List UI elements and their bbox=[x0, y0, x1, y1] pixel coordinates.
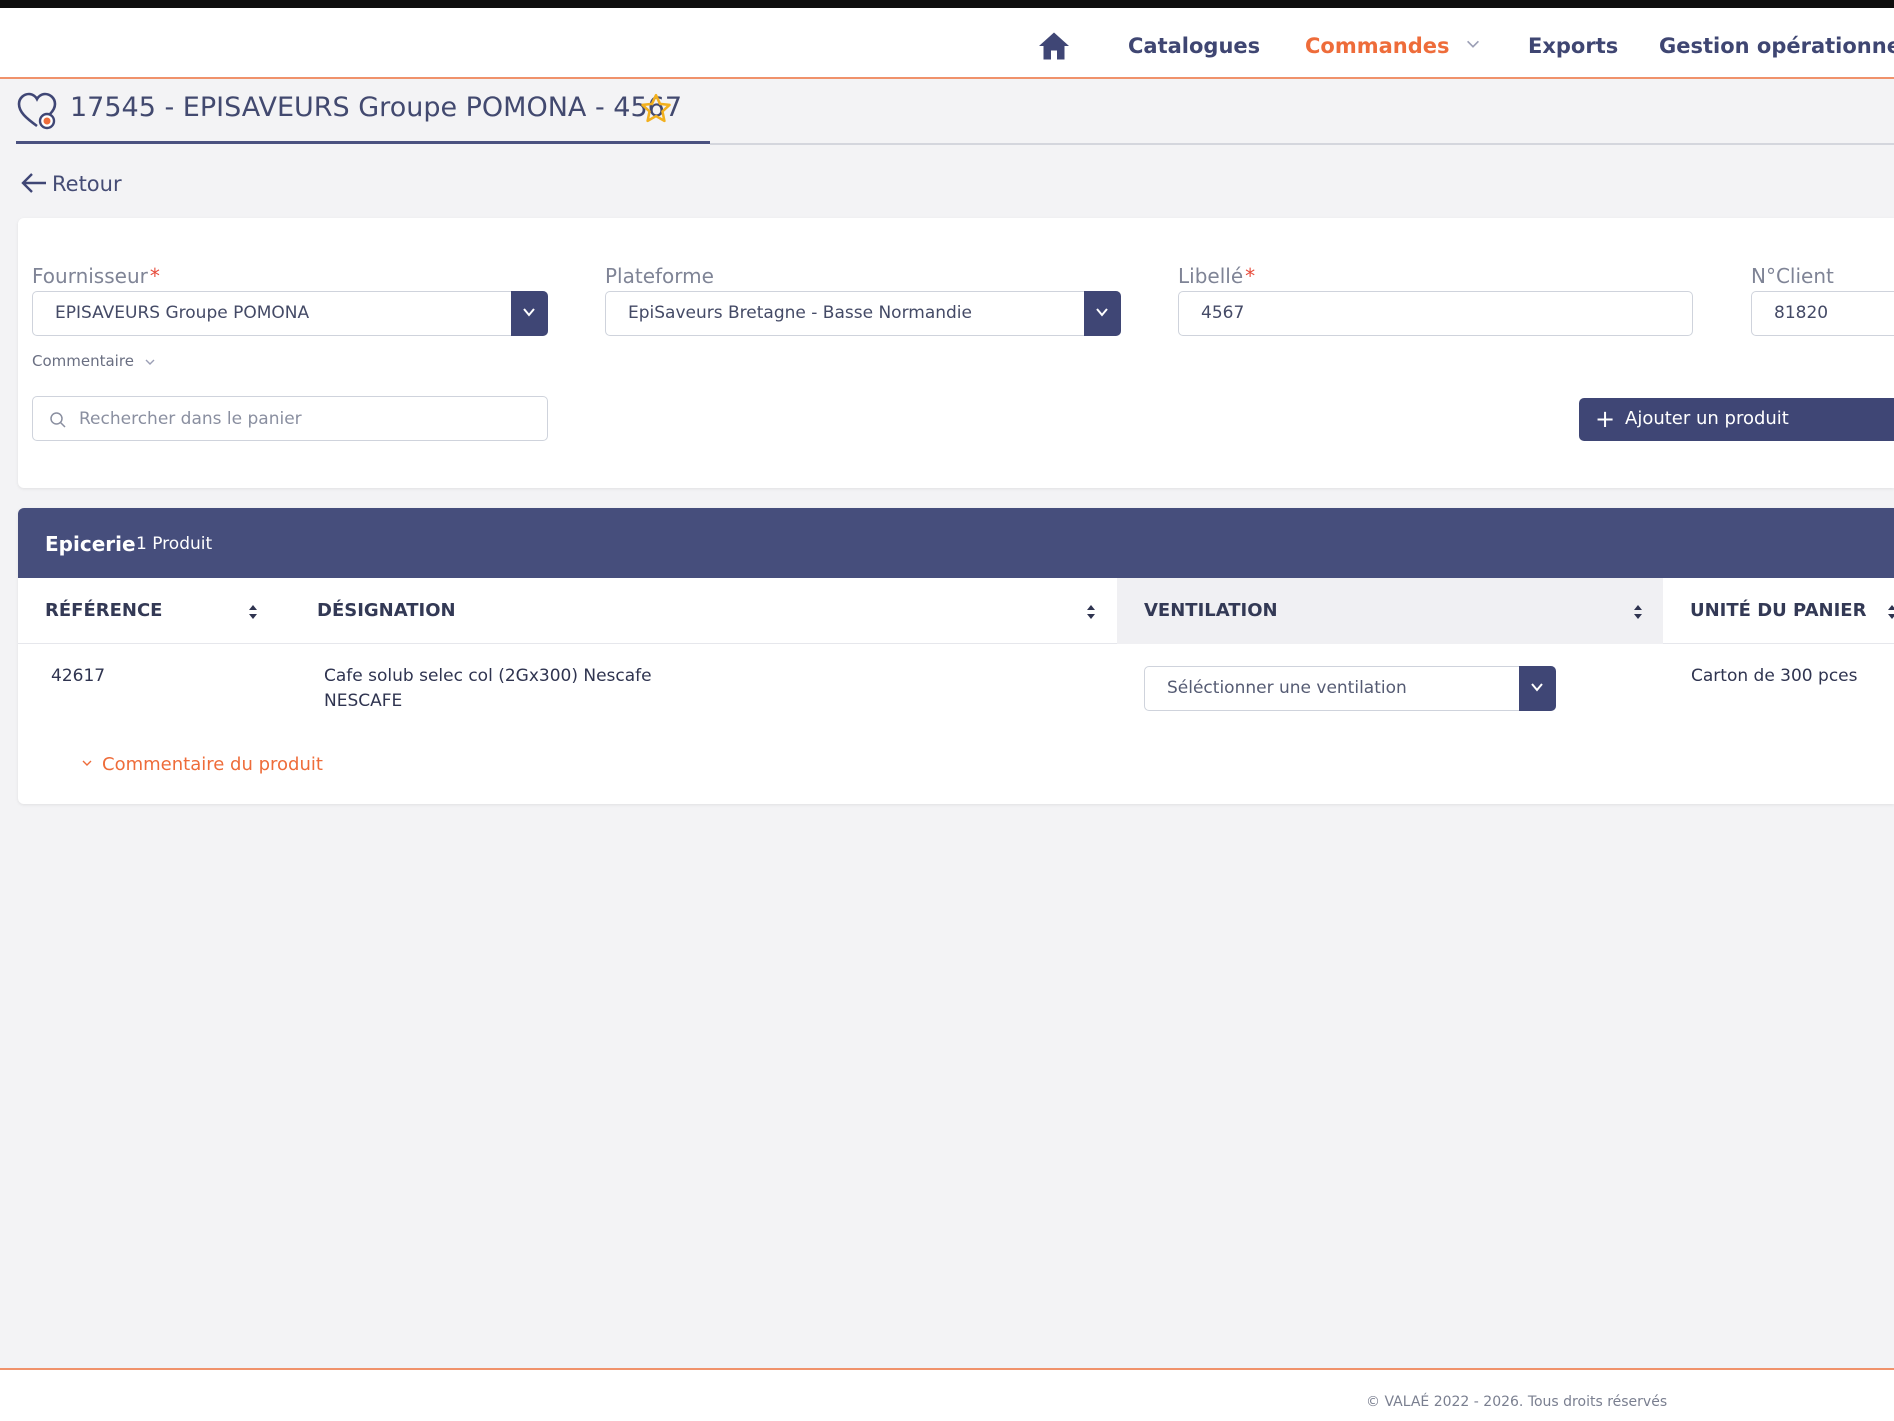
commentaire-label: Commentaire bbox=[32, 352, 134, 370]
back-link[interactable]: Retour bbox=[20, 168, 122, 200]
nav-commandes-label: Commandes bbox=[1305, 34, 1450, 58]
table-header: RÉFÉRENCE DÉSIGNATION VENTILATION UNITÉ … bbox=[18, 578, 1894, 644]
noclient-input[interactable]: 81820 bbox=[1751, 291, 1894, 336]
nav-exports[interactable]: Exports bbox=[1528, 28, 1618, 64]
title-divider bbox=[710, 143, 1894, 145]
group-count: 1 Produit bbox=[136, 534, 213, 554]
sort-icon bbox=[249, 605, 257, 619]
sort-icon bbox=[1634, 605, 1642, 619]
main-navbar: Catalogues Commandes Exports Gestion opé… bbox=[0, 8, 1894, 79]
plateforme-value: EpiSaveurs Bretagne - Basse Normandie bbox=[628, 303, 972, 323]
ventilation-dropdown-button[interactable] bbox=[1519, 666, 1556, 711]
cart-heart-icon bbox=[16, 90, 58, 132]
noclient-label: N°Client bbox=[1751, 264, 1834, 288]
column-designation-label: DÉSIGNATION bbox=[317, 600, 456, 621]
search-icon bbox=[50, 412, 66, 428]
plateforme-label: Plateforme bbox=[605, 264, 714, 288]
fournisseur-dropdown-button[interactable] bbox=[511, 291, 548, 336]
chevron-down-icon bbox=[523, 308, 535, 317]
chevron-down-icon bbox=[1466, 40, 1479, 48]
cart-search-input[interactable]: Rechercher dans le panier bbox=[32, 396, 548, 441]
chevron-down-icon bbox=[145, 359, 155, 365]
search-placeholder: Rechercher dans le panier bbox=[79, 409, 302, 429]
sort-icon bbox=[1087, 605, 1095, 619]
product-comment-label: Commentaire du produit bbox=[102, 754, 323, 775]
back-label: Retour bbox=[52, 172, 122, 196]
title-underline bbox=[16, 141, 710, 144]
column-unite-du-panier[interactable]: UNITÉ DU PANIER bbox=[1663, 578, 1894, 644]
libelle-value: 4567 bbox=[1201, 303, 1245, 323]
nav-catalogues[interactable]: Catalogues bbox=[1128, 28, 1260, 64]
plateforme-select[interactable]: EpiSaveurs Bretagne - Basse Normandie bbox=[605, 291, 1121, 336]
column-unite-label: UNITÉ DU PANIER bbox=[1690, 600, 1867, 621]
chevron-down-icon bbox=[1096, 308, 1108, 317]
ventilation-placeholder: Séléctionner une ventilation bbox=[1167, 678, 1407, 698]
noclient-value: 81820 bbox=[1774, 303, 1829, 323]
fournisseur-value: EPISAVEURS Groupe POMONA bbox=[55, 303, 310, 323]
page-title: 17545 - EPISAVEURS Groupe POMONA - 4567 bbox=[70, 92, 683, 123]
fournisseur-label-text: Fournisseur bbox=[32, 264, 148, 288]
fournisseur-label: Fournisseur * bbox=[32, 264, 160, 288]
product-comment-toggle[interactable]: Commentaire du produit bbox=[80, 754, 323, 775]
required-mark: * bbox=[1245, 264, 1256, 288]
chevron-down-icon bbox=[82, 760, 92, 766]
row-brand: NESCAFE bbox=[324, 691, 403, 711]
top-border bbox=[0, 0, 1894, 8]
libelle-label: Libellé * bbox=[1178, 264, 1255, 288]
row-unite: Carton de 300 pces bbox=[1691, 666, 1858, 686]
column-ventilation-label: VENTILATION bbox=[1144, 600, 1278, 621]
plus-icon: + bbox=[1595, 405, 1616, 433]
arrow-left-icon bbox=[21, 173, 46, 193]
home-icon[interactable] bbox=[1036, 28, 1072, 64]
group-header: Epicerie 1 Produit bbox=[18, 508, 1894, 578]
add-product-label: Ajouter un produit bbox=[1625, 408, 1789, 429]
copyright: © VALAÉ 2022 - 2026. Tous droits réservé… bbox=[1366, 1394, 1668, 1410]
column-ventilation[interactable]: VENTILATION bbox=[1117, 578, 1663, 644]
product-group-card: Epicerie 1 Produit RÉFÉRENCE DÉSIGNATION… bbox=[18, 508, 1894, 804]
sort-icon bbox=[1888, 605, 1894, 619]
commentaire-toggle[interactable]: Commentaire bbox=[32, 352, 157, 370]
row-reference: 42617 bbox=[51, 666, 106, 686]
order-form-card: Fournisseur * EPISAVEURS Groupe POMONA Pl… bbox=[18, 218, 1894, 488]
required-mark: * bbox=[149, 264, 160, 288]
chevron-down-icon bbox=[1531, 683, 1543, 692]
add-product-button[interactable]: + Ajouter un produit bbox=[1579, 398, 1894, 441]
column-designation[interactable]: DÉSIGNATION bbox=[290, 578, 1132, 644]
column-reference-label: RÉFÉRENCE bbox=[45, 600, 163, 621]
nav-commandes[interactable]: Commandes bbox=[1305, 28, 1482, 64]
group-name: Epicerie bbox=[45, 532, 136, 556]
ventilation-select[interactable]: Séléctionner une ventilation bbox=[1144, 666, 1556, 711]
libelle-label-text: Libellé bbox=[1178, 264, 1244, 288]
star-icon[interactable] bbox=[638, 91, 674, 127]
plateforme-dropdown-button[interactable] bbox=[1084, 291, 1121, 336]
row-designation: Cafe solub selec col (2Gx300) Nescafe bbox=[324, 666, 652, 686]
libelle-input[interactable]: 4567 bbox=[1178, 291, 1693, 336]
footer: © VALAÉ 2022 - 2026. Tous droits réservé… bbox=[0, 1370, 1894, 1421]
nav-gestion-operationnelle[interactable]: Gestion opérationnelle bbox=[1659, 28, 1894, 64]
column-reference[interactable]: RÉFÉRENCE bbox=[18, 578, 290, 644]
fournisseur-select[interactable]: EPISAVEURS Groupe POMONA bbox=[32, 291, 548, 336]
